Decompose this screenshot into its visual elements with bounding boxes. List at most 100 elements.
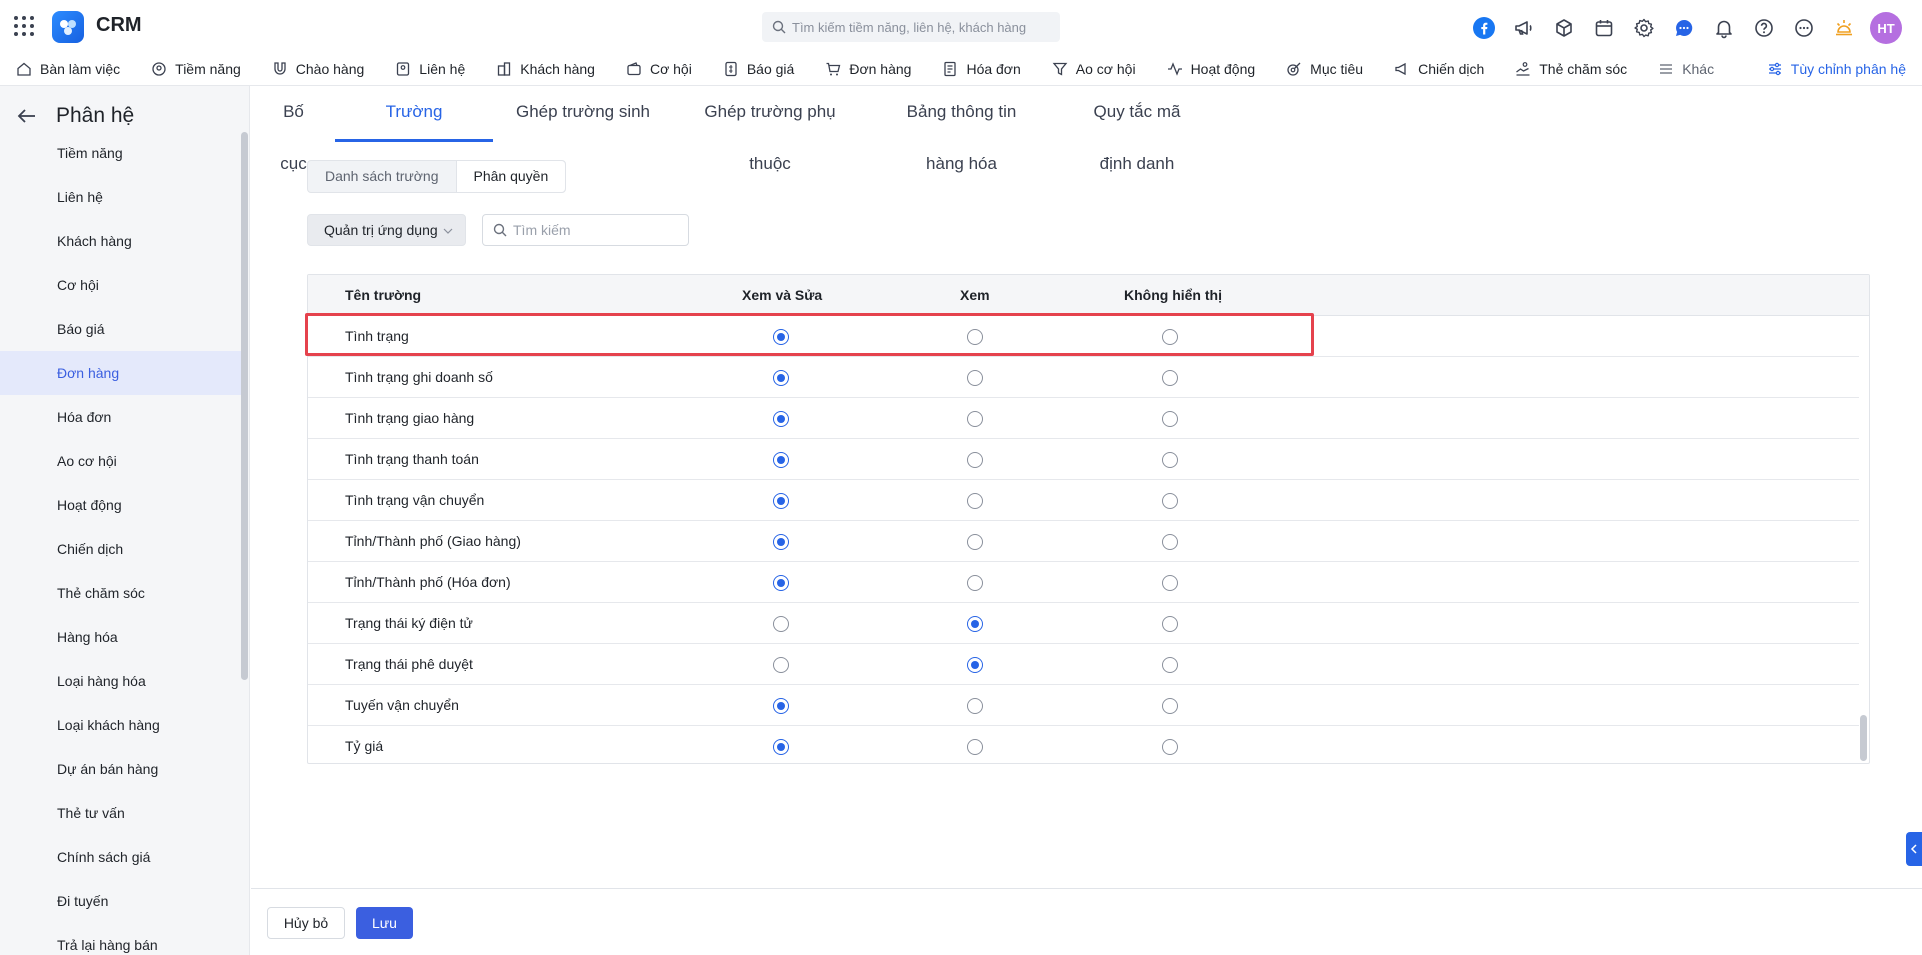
radio-hidden[interactable] xyxy=(1162,411,1178,427)
module-item[interactable]: Đơn hàng xyxy=(825,61,911,77)
sidebar-item[interactable]: Báo giá xyxy=(0,307,244,351)
apps-grid-icon[interactable] xyxy=(14,16,34,36)
radio-hidden[interactable] xyxy=(1162,698,1178,714)
radio-view[interactable] xyxy=(967,452,983,468)
package-search-icon[interactable] xyxy=(1550,14,1578,42)
sidebar-item[interactable]: Cơ hội xyxy=(0,263,244,307)
back-arrow-icon[interactable] xyxy=(16,105,38,127)
sidebar-item[interactable]: Khách hàng xyxy=(0,219,244,263)
module-item[interactable]: Mục tiêu xyxy=(1286,61,1363,77)
module-more[interactable]: Khác xyxy=(1658,61,1714,77)
radio-edit[interactable] xyxy=(773,575,789,591)
more-options-icon[interactable] xyxy=(1790,14,1818,42)
radio-edit[interactable] xyxy=(773,698,789,714)
radio-view[interactable] xyxy=(967,370,983,386)
bell-icon[interactable] xyxy=(1710,14,1738,42)
sidebar-item[interactable]: Loại hàng hóa xyxy=(0,659,244,703)
radio-edit[interactable] xyxy=(773,411,789,427)
radio-edit[interactable] xyxy=(773,739,789,755)
sidebar-item[interactable]: Liên hệ xyxy=(0,175,244,219)
sidebar-item[interactable]: Đơn hàng xyxy=(0,351,244,395)
global-search[interactable] xyxy=(762,12,1060,42)
sidebar-item[interactable]: Trả lại hàng bán xyxy=(0,923,244,955)
radio-edit[interactable] xyxy=(773,534,789,550)
radio-hidden[interactable] xyxy=(1162,493,1178,509)
help-icon[interactable] xyxy=(1750,14,1778,42)
segment-permissions[interactable]: Phân quyền xyxy=(455,161,566,192)
sidebar-item[interactable]: Loại khách hàng xyxy=(0,703,244,747)
module-item[interactable]: Chiến dịch xyxy=(1394,61,1484,77)
tab-item[interactable]: Bố cục xyxy=(252,86,335,173)
radio-hidden[interactable] xyxy=(1162,534,1178,550)
module-item[interactable]: Khách hàng xyxy=(496,61,595,77)
module-item[interactable]: Cơ hội xyxy=(626,61,692,77)
tab-item[interactable]: Ghép trường phụ thuộc xyxy=(673,86,867,173)
module-item[interactable]: Báo giá xyxy=(723,61,794,77)
radio-hidden[interactable] xyxy=(1162,575,1178,591)
cart-icon xyxy=(826,62,841,75)
radio-view[interactable] xyxy=(967,575,983,591)
field-search-input[interactable] xyxy=(513,222,683,238)
table-row: Tỷ giá xyxy=(308,726,1859,763)
radio-edit[interactable] xyxy=(773,616,789,632)
sidebar-item[interactable]: Tiềm năng xyxy=(0,131,244,175)
sidebar-item[interactable]: Hoạt động xyxy=(0,483,244,527)
module-item[interactable]: Liên hệ xyxy=(395,61,465,77)
radio-view[interactable] xyxy=(967,698,983,714)
radio-edit[interactable] xyxy=(773,493,789,509)
radio-view[interactable] xyxy=(967,411,983,427)
radio-edit[interactable] xyxy=(773,370,789,386)
role-select[interactable]: Quản trị ứng dụng xyxy=(307,214,466,246)
tab-item[interactable]: Trường xyxy=(335,86,493,142)
radio-hidden[interactable] xyxy=(1162,739,1178,755)
sidebar-item[interactable]: Ao cơ hội xyxy=(0,439,244,483)
radio-edit[interactable] xyxy=(773,657,789,673)
sidebar-scrollbar[interactable] xyxy=(241,132,248,680)
tab-item[interactable]: Ghép trường sinh xyxy=(493,86,673,142)
cancel-button[interactable]: Hủy bỏ xyxy=(267,907,345,939)
save-button[interactable]: Lưu xyxy=(356,907,413,939)
global-search-input[interactable] xyxy=(792,19,1042,35)
module-item[interactable]: Hóa đơn xyxy=(942,61,1021,77)
sidebar-item[interactable]: Chiến dịch xyxy=(0,527,244,571)
radio-edit[interactable] xyxy=(773,452,789,468)
sidebar-item[interactable]: Đi tuyến xyxy=(0,879,244,923)
module-item[interactable]: Chào hàng xyxy=(272,61,364,77)
tab-item[interactable]: Bảng thông tin hàng hóa xyxy=(867,86,1056,173)
sun-theme-icon[interactable] xyxy=(1830,14,1858,42)
calendar-icon[interactable] xyxy=(1590,14,1618,42)
module-item[interactable]: Thẻ chăm sóc xyxy=(1515,61,1627,77)
sidebar-item[interactable]: Chính sách giá xyxy=(0,835,244,879)
sidebar-item[interactable]: Hóa đơn xyxy=(0,395,244,439)
facebook-icon[interactable] xyxy=(1470,14,1498,42)
segment-field-list[interactable]: Danh sách trường xyxy=(308,161,456,192)
sidebar-item[interactable]: Thẻ tư vấn xyxy=(0,791,244,835)
settings-gear-icon[interactable] xyxy=(1630,14,1658,42)
radio-hidden[interactable] xyxy=(1162,657,1178,673)
module-item[interactable]: Bàn làm việc xyxy=(16,61,120,77)
radio-hidden[interactable] xyxy=(1162,452,1178,468)
customize-modules-link[interactable]: Tùy chỉnh phân hệ xyxy=(1767,52,1906,86)
radio-view[interactable] xyxy=(967,493,983,509)
module-item[interactable]: Ao cơ hội xyxy=(1052,61,1136,77)
field-search[interactable] xyxy=(482,214,689,246)
activity-icon xyxy=(1167,61,1182,76)
module-item[interactable]: Hoạt động xyxy=(1167,61,1255,77)
radio-hidden[interactable] xyxy=(1162,370,1178,386)
radio-view[interactable] xyxy=(967,616,983,632)
sidebar-item[interactable]: Thẻ chăm sóc xyxy=(0,571,244,615)
sidebar-item[interactable]: Hàng hóa xyxy=(0,615,244,659)
collapse-panel-button[interactable] xyxy=(1906,832,1922,866)
crm-logo-icon[interactable] xyxy=(52,11,84,43)
chat-icon[interactable] xyxy=(1670,14,1698,42)
table-scrollbar[interactable] xyxy=(1860,715,1867,761)
module-item[interactable]: Tiềm năng xyxy=(151,61,241,77)
radio-hidden[interactable] xyxy=(1162,616,1178,632)
megaphone-icon[interactable] xyxy=(1510,14,1538,42)
tab-item[interactable]: Quy tắc mã định danh xyxy=(1056,86,1218,173)
radio-view[interactable] xyxy=(967,739,983,755)
sidebar-item[interactable]: Dự án bán hàng xyxy=(0,747,244,791)
radio-view[interactable] xyxy=(967,657,983,673)
radio-view[interactable] xyxy=(967,534,983,550)
user-avatar[interactable]: HT xyxy=(1870,12,1902,44)
